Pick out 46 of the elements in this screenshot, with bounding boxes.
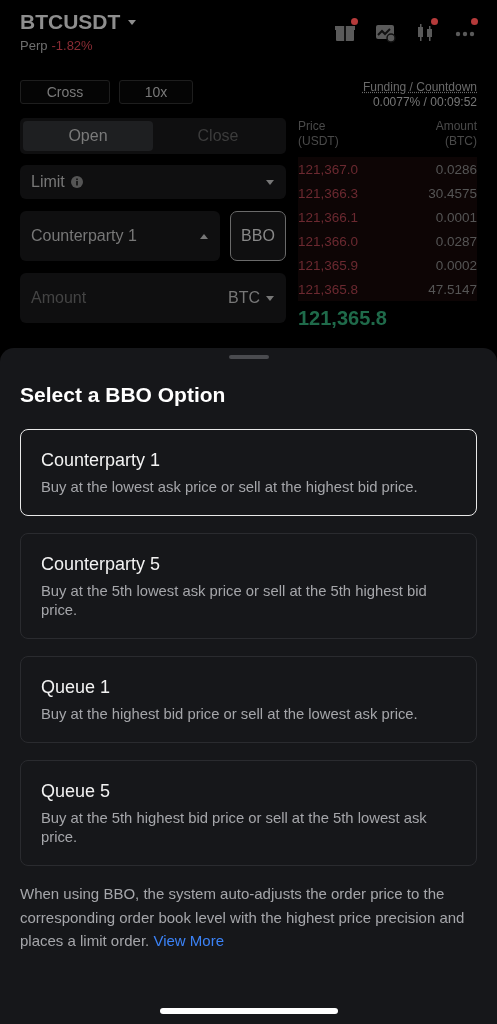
funding-label[interactable]: Funding / Countdown bbox=[298, 80, 477, 94]
order-type-select[interactable]: Limit bbox=[20, 165, 286, 199]
option-description: Buy at the 5th highest bid price or sell at the 5th lowest ask price. bbox=[41, 809, 428, 847]
option-title: Queue 5 bbox=[41, 781, 112, 802]
leverage-button[interactable]: 10x bbox=[119, 80, 193, 104]
bbo-button[interactable]: BBO bbox=[230, 211, 286, 261]
view-more-link[interactable]: View More bbox=[153, 932, 224, 949]
option-title: Counterparty 5 bbox=[41, 554, 162, 575]
bbo-note: When using BBO, the system auto-adjusts the order price to the corresponding order book level with the highest price precision and places a limit order. View More bbox=[20, 884, 466, 951]
bbo-option-card[interactable]: Queue 5 Buy at the 5th highest bid price or sell at the 5th lowest ask price. bbox=[20, 760, 477, 866]
info-icon[interactable] bbox=[70, 176, 83, 188]
funding-value: 0.0077% / 00:09:52 bbox=[371, 95, 477, 109]
ask-amount: 0.0001 bbox=[435, 209, 477, 225]
margin-mode-button[interactable]: Cross bbox=[20, 80, 110, 104]
ask-price: 121,366.1 bbox=[298, 209, 359, 225]
ask-amount: 47.5147 bbox=[428, 281, 477, 297]
unit-select[interactable]: BTC bbox=[228, 289, 274, 307]
option-description: Buy at the lowest ask price or sell at the highest bid price. bbox=[41, 478, 419, 497]
symbol-title[interactable]: BTCUSDT bbox=[20, 10, 121, 34]
market-type: Perp bbox=[20, 38, 48, 53]
price-select[interactable]: Counterparty 1 bbox=[20, 211, 220, 261]
option-title: Counterparty 1 bbox=[41, 450, 162, 471]
ask-amount: 0.0286 bbox=[435, 161, 477, 177]
ask-price: 121,365.8 bbox=[298, 281, 359, 297]
sheet-title: Select a BBO Option bbox=[20, 383, 227, 407]
price-change: -1.82% bbox=[51, 38, 93, 53]
ask-amount: 30.4575 bbox=[428, 185, 477, 201]
dropdown-caret-icon bbox=[266, 295, 274, 301]
last-price: 121,365.8 bbox=[298, 307, 388, 330]
dropdown-caret-icon bbox=[266, 179, 274, 185]
ask-amount: 0.0287 bbox=[435, 233, 477, 249]
ask-price: 121,366.0 bbox=[298, 233, 359, 249]
dropdown-caret-icon[interactable] bbox=[128, 19, 137, 25]
ask-price: 121,366.3 bbox=[298, 185, 359, 201]
option-description: Buy at the 5th lowest ask price or sell at the 5th highest bid price. bbox=[41, 582, 428, 620]
bbo-option-card[interactable]: Queue 1 Buy at the highest bid price or sell at the lowest ask price. bbox=[20, 656, 477, 743]
ask-price: 121,365.9 bbox=[298, 257, 359, 273]
bbo-option-card[interactable]: Counterparty 5 Buy at the 5th lowest ask price or sell at the 5th highest bid price. bbox=[20, 533, 477, 639]
drag-handle[interactable] bbox=[228, 355, 269, 359]
option-description: Buy at the highest bid price or sell at the lowest ask price. bbox=[41, 705, 419, 724]
ask-amount: 0.0002 bbox=[435, 257, 477, 273]
option-title: Queue 1 bbox=[41, 677, 112, 698]
ask-price: 121,367.0 bbox=[298, 161, 359, 177]
order-tab[interactable]: Open bbox=[23, 121, 153, 151]
column-header: Price (USDT) bbox=[298, 119, 339, 149]
bbo-option-card[interactable]: Counterparty 1 Buy at the lowest ask price or sell at the highest bid price. bbox=[20, 429, 477, 516]
